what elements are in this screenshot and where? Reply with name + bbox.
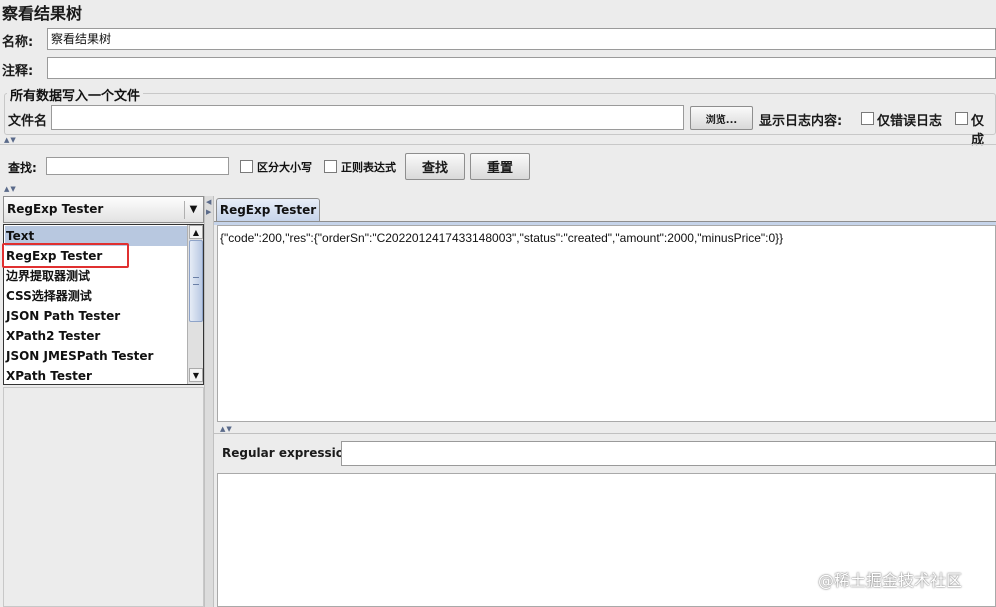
filename-input[interactable] [51,105,684,130]
errors-only-checkbox[interactable] [861,112,874,125]
page-title: 察看结果树 [2,4,83,23]
search-label: 查找: [8,161,37,175]
comment-input[interactable] [47,57,996,79]
list-item[interactable]: XPath Tester [6,366,92,386]
regex-expression-label: Regular expression: [222,446,358,460]
log-content-label: 显示日志内容: [759,114,843,129]
collapse-right-icon[interactable]: ▶ [206,208,211,216]
list-item[interactable]: 边界提取器测试 [6,266,90,286]
list-item[interactable]: XPath2 Tester [6,326,100,346]
divider [214,433,996,434]
comment-label: 注释: [2,64,34,79]
response-text: {"code":200,"res":{"orderSn":"C202201241… [220,231,784,245]
chevron-down-icon[interactable]: ▼ [184,201,202,219]
errors-only-label: 仅错误日志 [877,114,943,129]
response-text-area[interactable]: {"code":200,"res":{"orderSn":"C202201241… [217,225,996,422]
case-sensitive-checkbox[interactable] [240,160,253,173]
splitter-arrows-icon[interactable]: ▲▼ [4,185,17,193]
renderer-dropdown[interactable]: RegExp Tester ▼ [3,196,204,223]
regex-label: 正则表达式 [341,161,396,174]
highlight-box [2,243,129,268]
browse-button[interactable]: 浏览... [690,106,753,130]
find-button[interactable]: 查找 [405,153,465,180]
list-item[interactable]: CSS选择器测试 [6,286,92,306]
regex-expression-input[interactable] [341,441,996,466]
file-output-group-title: 所有数据写入一个文件 [7,85,144,104]
grip-icon [193,277,199,285]
scroll-down-icon[interactable]: ▼ [189,368,203,382]
renderer-selected-value: RegExp Tester [7,202,104,216]
search-input[interactable] [46,157,229,175]
name-input[interactable]: 察看结果树 [47,28,996,50]
filename-label: 文件名 [8,114,48,129]
left-panel-empty [3,387,204,607]
name-label: 名称: [2,35,34,50]
splitter-arrows-icon[interactable]: ▲▼ [4,136,17,144]
watermark: @稀土掘金技术社区 [818,571,963,590]
collapse-left-icon[interactable]: ◀ [206,198,211,206]
tab-regexp-tester[interactable]: RegExp Tester [216,198,320,221]
list-scrollbar[interactable]: ▲ ▼ [187,225,203,384]
success-only-label: 仅成 [971,114,985,148]
list-item[interactable]: JSON JMESPath Tester [6,346,153,366]
scroll-up-icon[interactable]: ▲ [189,225,203,239]
scroll-thumb[interactable] [189,240,203,322]
success-only-checkbox[interactable] [955,112,968,125]
reset-button[interactable]: 重置 [470,153,530,180]
splitter-arrows-icon[interactable]: ▲▼ [220,425,233,433]
case-sensitive-label: 区分大小写 [257,161,312,174]
divider [0,144,996,145]
vertical-splitter[interactable]: ◀ ▶ [204,196,214,607]
list-item[interactable]: JSON Path Tester [6,306,120,326]
regex-checkbox[interactable] [324,160,337,173]
